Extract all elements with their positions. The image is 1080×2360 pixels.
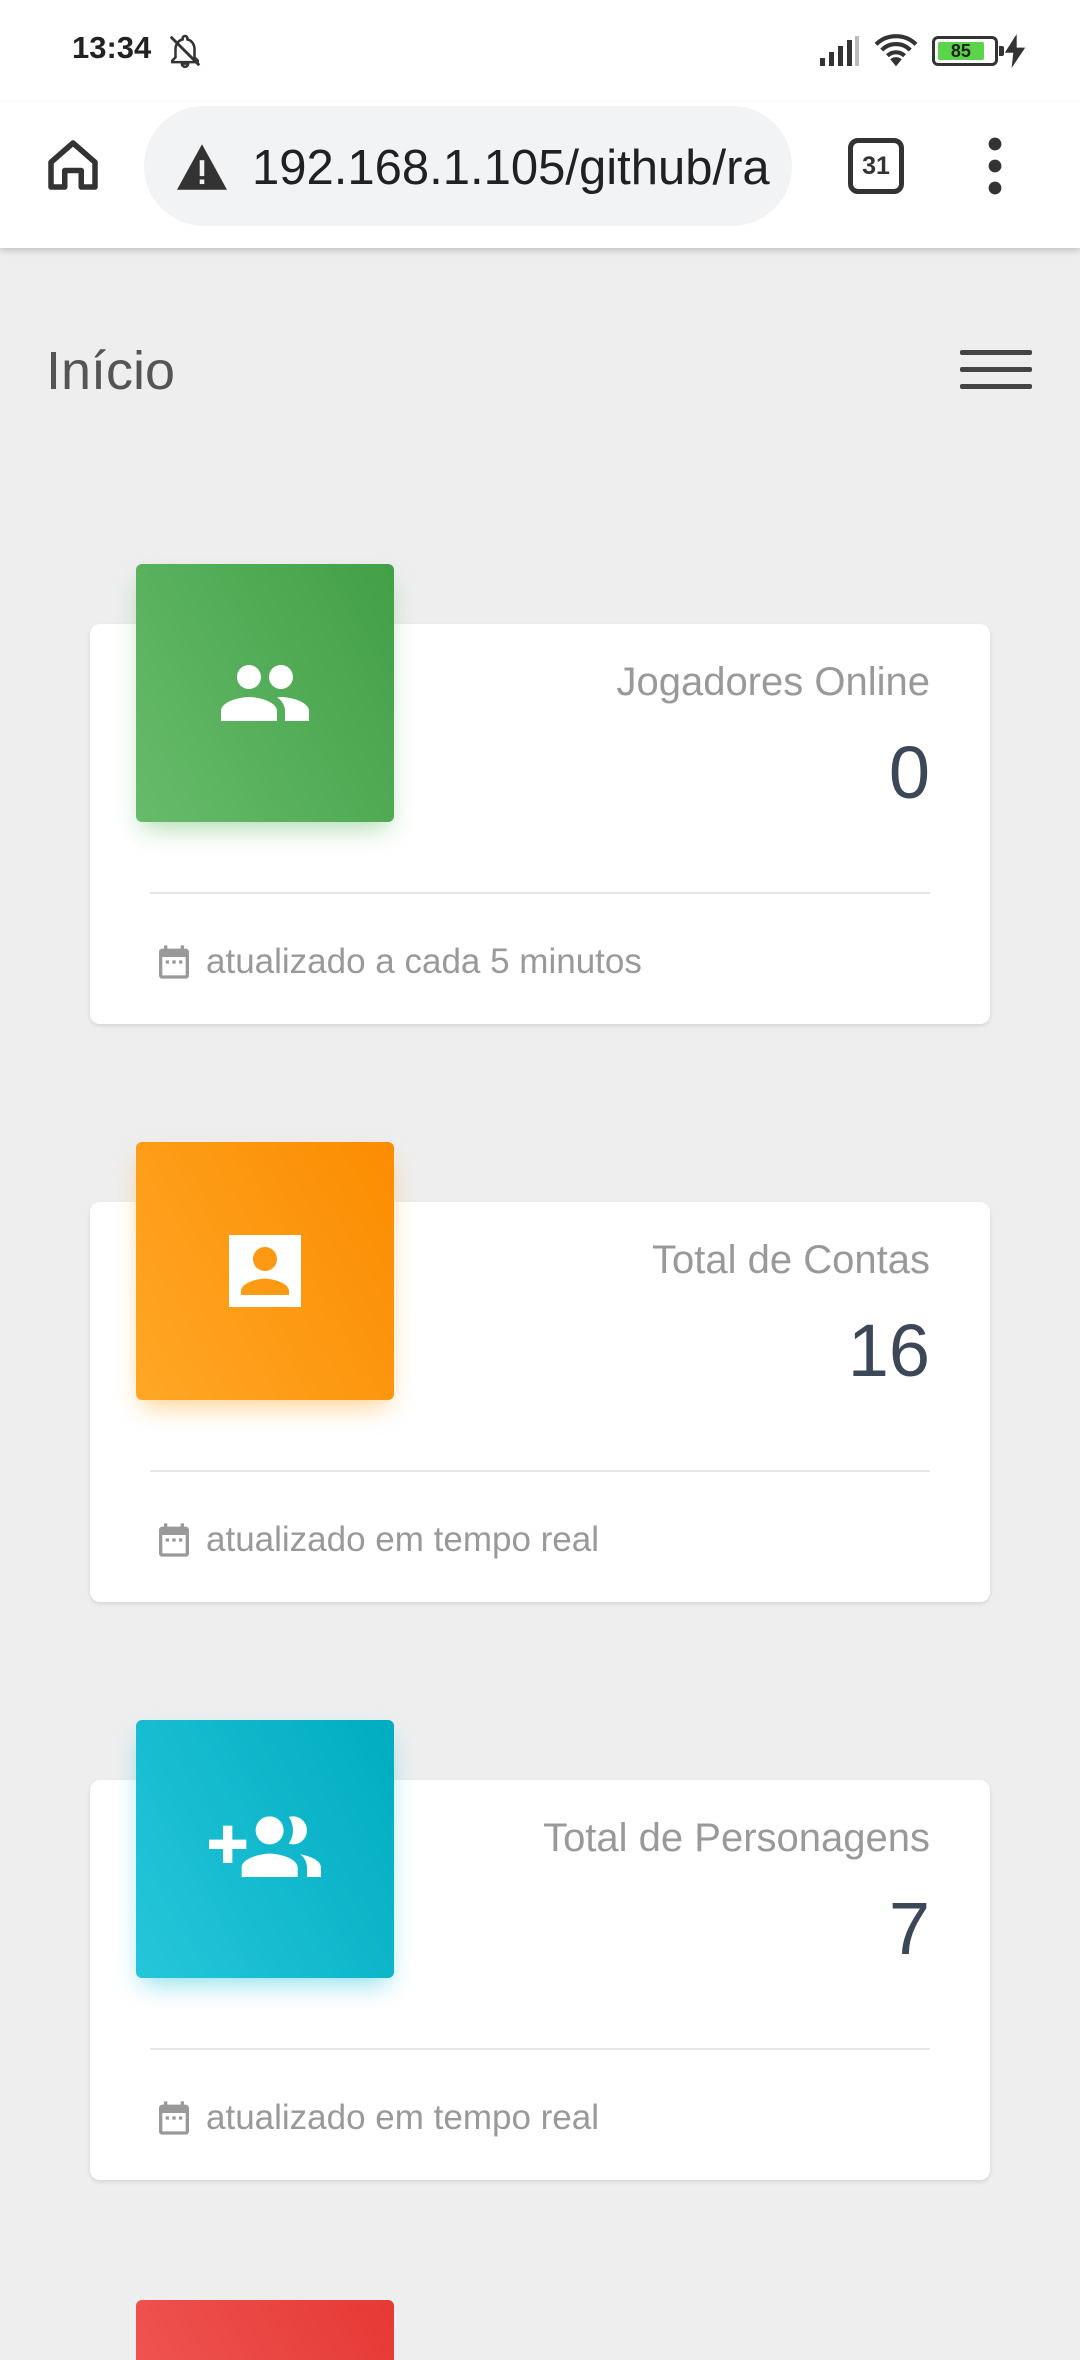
notifications-off-icon — [169, 34, 201, 69]
calendar-icon — [159, 1523, 189, 1557]
card-divider — [150, 2048, 930, 2050]
card-icon-box — [136, 1142, 394, 1400]
group-icon — [221, 665, 309, 721]
card-icon-box — [136, 564, 394, 822]
battery-level: 85 — [938, 42, 984, 60]
card-label: Jogadores Online — [616, 660, 930, 704]
contact-icon — [229, 1235, 301, 1307]
stat-card-players-online: Jogadores Online 0 atualizado a cada 5 m… — [90, 564, 990, 1024]
card-icon-box — [136, 1720, 394, 1978]
card-footer-text: atualizado em tempo real — [206, 1520, 599, 1559]
hamburger-menu-icon[interactable] — [960, 350, 1032, 400]
card-footer-text: atualizado em tempo real — [206, 2098, 599, 2137]
browser-toolbar: 192.168.1.105/github/ra 31 — [0, 102, 1080, 248]
signal-icon — [820, 36, 859, 66]
card-divider — [150, 1470, 930, 1472]
card-value: 7 — [888, 1887, 930, 1970]
home-icon[interactable] — [40, 132, 106, 198]
calendar-icon — [159, 945, 189, 979]
group-add-icon — [209, 1816, 321, 1877]
warning-icon[interactable] — [174, 142, 230, 192]
card-label: Total de Personagens — [543, 1816, 930, 1860]
status-bar: 13:34 85 — [0, 0, 1080, 102]
charging-icon — [1004, 34, 1026, 68]
page-title: Início — [46, 341, 176, 401]
url-text[interactable]: 192.168.1.105/github/ra — [252, 140, 772, 196]
tab-switcher-button[interactable]: 31 — [848, 138, 904, 194]
card-footer-text: atualizado a cada 5 minutos — [206, 942, 642, 981]
card-footer: atualizado em tempo real — [154, 1518, 599, 1562]
card-icon-box-partial — [136, 2300, 394, 2360]
stat-card-total-accounts: Total de Contas 16 atualizado em tempo r… — [90, 1142, 990, 1602]
address-bar[interactable]: 192.168.1.105/github/ra — [144, 106, 792, 226]
card-label: Total de Contas — [652, 1238, 930, 1282]
page-header: Início — [0, 248, 1080, 488]
card-footer: atualizado em tempo real — [154, 2096, 599, 2140]
card-value: 16 — [847, 1309, 930, 1392]
card-value: 0 — [888, 731, 930, 814]
stat-card-total-characters: Total de Personagens 7 atualizado em tem… — [90, 1720, 990, 2180]
card-divider — [150, 892, 930, 894]
calendar-icon — [159, 2101, 189, 2135]
wifi-icon — [874, 34, 918, 67]
status-time: 13:34 — [72, 30, 152, 65]
battery-icon: 85 — [932, 36, 1004, 66]
more-options-icon[interactable] — [980, 136, 1010, 196]
card-footer: atualizado a cada 5 minutos — [154, 940, 642, 984]
